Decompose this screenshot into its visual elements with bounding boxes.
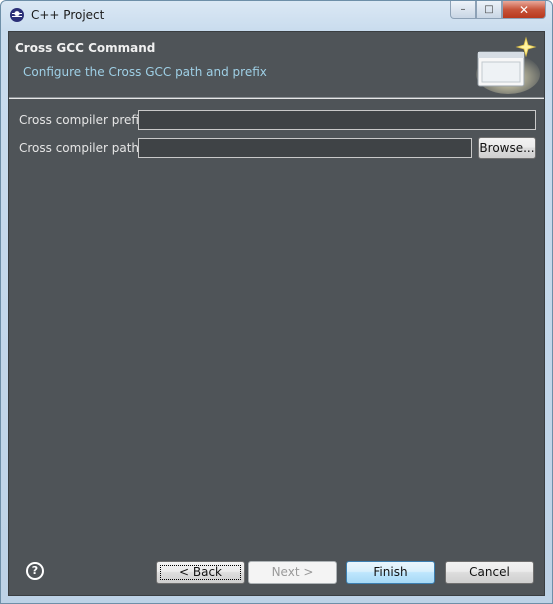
window-controls: – □ ✕ xyxy=(450,1,546,21)
cross-compiler-prefix-label: Cross compiler prefix: xyxy=(19,113,151,127)
wizard-banner-icon xyxy=(476,36,540,94)
cross-compiler-path-label: Cross compiler path: xyxy=(19,141,144,155)
question-mark-glyph: ? xyxy=(28,564,42,578)
maximize-button[interactable]: □ xyxy=(476,1,502,19)
cancel-button[interactable]: Cancel xyxy=(445,561,534,584)
browse-button[interactable]: Browse... xyxy=(478,137,536,159)
wizard-window: C++ Project – □ ✕ Cross GCC Command Conf… xyxy=(0,0,553,604)
page-title: Cross GCC Command xyxy=(15,41,156,55)
wizard-header: Cross GCC Command Configure the Cross GC… xyxy=(9,32,544,96)
cross-compiler-prefix-input[interactable] xyxy=(138,110,536,130)
next-button[interactable]: Next > xyxy=(248,561,337,584)
page-description: Configure the Cross GCC path and prefix xyxy=(23,65,267,79)
close-button[interactable]: ✕ xyxy=(502,1,546,19)
finish-button[interactable]: Finish xyxy=(346,561,435,584)
back-button[interactable]: < Back xyxy=(156,561,245,584)
minimize-button[interactable]: – xyxy=(450,1,476,19)
cross-compiler-path-input[interactable] xyxy=(138,138,472,158)
title-bar[interactable]: C++ Project – □ ✕ xyxy=(1,1,552,31)
header-separator-highlight xyxy=(9,98,544,99)
wizard-client-area: Cross GCC Command Configure the Cross GC… xyxy=(8,31,545,596)
window-title: C++ Project xyxy=(31,8,105,22)
help-icon[interactable]: ? xyxy=(26,562,44,580)
eclipse-app-icon xyxy=(10,8,24,22)
